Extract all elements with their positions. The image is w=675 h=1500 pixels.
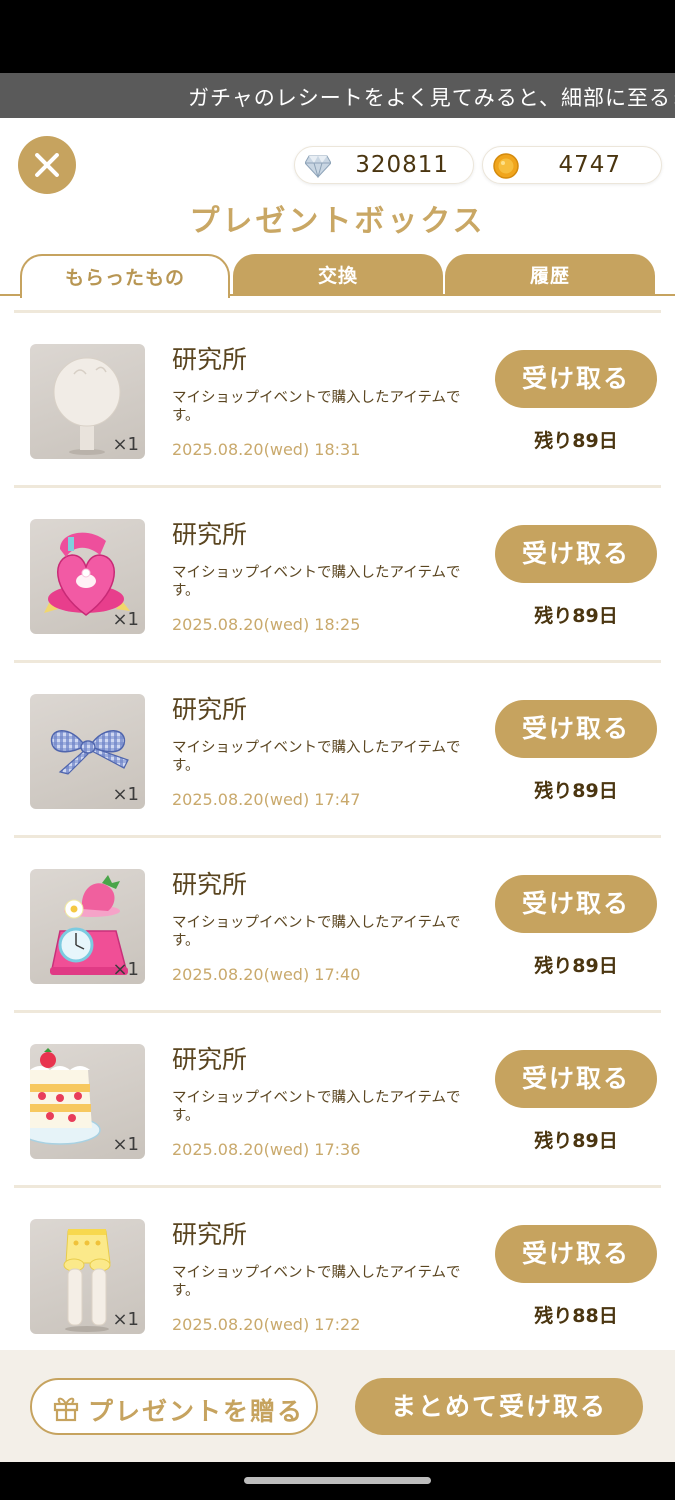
item-thumbnail: ×1 — [30, 519, 145, 634]
item-description: マイショップイベントで購入したアイテムです。 — [172, 740, 461, 774]
item-date: 2025.08.20(wed) 18:31 — [172, 440, 361, 459]
list-item: ×1 研究所 マイショップイベントで購入したアイテムです。 2025.08.20… — [14, 1013, 661, 1188]
item-quantity: ×1 — [112, 784, 139, 805]
list-item: ×1 研究所 マイショップイベントで購入したアイテムです。 2025.08.20… — [14, 1188, 661, 1363]
list-item: ×1 研究所 マイショップイベントで購入したアイテムです。 2025.08.20… — [14, 488, 661, 663]
receive-button[interactable]: 受け取る — [495, 700, 657, 758]
list-item: ×1 研究所 マイショップイベントで購入したアイテムです。 2025.08.20… — [14, 313, 661, 488]
item-date: 2025.08.20(wed) 17:40 — [172, 965, 361, 984]
item-quantity: ×1 — [112, 434, 139, 455]
ticker-text: ガチャのレシートをよく見てみると、細部に至るま — [188, 86, 675, 110]
coin-counter: 4747 — [482, 146, 662, 184]
status-bar — [0, 0, 675, 73]
close-button[interactable] — [18, 136, 76, 194]
gem-count: 320811 — [355, 152, 449, 178]
item-name: 研究所 — [172, 520, 248, 549]
item-name: 研究所 — [172, 1220, 248, 1249]
tab-history[interactable]: 履歴 — [445, 254, 655, 296]
coin-icon — [493, 153, 519, 179]
tab-exchange[interactable]: 交換 — [233, 254, 443, 296]
item-description: マイショップイベントで購入したアイテムです。 — [172, 565, 461, 599]
present-box-screen: 320811 4747 プレゼントボックス もらったもの 交換 履歴 ×1 研究 — [0, 118, 675, 1462]
days-remaining: 残り89日 — [534, 605, 618, 627]
tab-received[interactable]: もらったもの — [20, 254, 230, 298]
item-quantity: ×1 — [112, 1309, 139, 1330]
gift-icon — [53, 1397, 79, 1422]
item-quantity: ×1 — [112, 1134, 139, 1155]
days-remaining: 残り89日 — [534, 1130, 618, 1152]
receive-button[interactable]: 受け取る — [495, 350, 657, 408]
item-description: マイショップイベントで購入したアイテムです。 — [172, 915, 461, 949]
footer-bar: プレゼントを贈る まとめて受け取る — [0, 1350, 675, 1462]
home-indicator[interactable] — [244, 1477, 431, 1484]
receive-button[interactable]: 受け取る — [495, 1225, 657, 1283]
gem-counter: 320811 — [294, 146, 474, 184]
item-thumbnail: ×1 — [30, 694, 145, 809]
days-remaining: 残り89日 — [534, 955, 618, 977]
item-thumbnail: ×1 — [30, 344, 145, 459]
item-description: マイショップイベントで購入したアイテムです。 — [172, 1090, 461, 1124]
item-date: 2025.08.20(wed) 17:47 — [172, 790, 361, 809]
item-name: 研究所 — [172, 870, 248, 899]
receive-button[interactable]: 受け取る — [495, 875, 657, 933]
page-title: プレゼントボックス — [189, 204, 486, 239]
receive-all-button[interactable]: まとめて受け取る — [355, 1378, 643, 1435]
system-nav-bar — [0, 1462, 675, 1500]
days-remaining: 残り89日 — [534, 780, 618, 802]
item-date: 2025.08.20(wed) 17:22 — [172, 1315, 361, 1334]
list-item: ×1 研究所 マイショップイベントで購入したアイテムです。 2025.08.20… — [14, 663, 661, 838]
item-name: 研究所 — [172, 695, 248, 724]
item-quantity: ×1 — [112, 609, 139, 630]
list-item: ×1 研究所 マイショップイベントで購入したアイテムです。 2025.08.20… — [14, 838, 661, 1013]
item-thumbnail: ×1 — [30, 1219, 145, 1334]
coin-count: 4747 — [558, 152, 621, 178]
item-name: 研究所 — [172, 345, 248, 374]
days-remaining: 残り89日 — [534, 430, 618, 452]
item-thumbnail: ×1 — [30, 1044, 145, 1159]
receive-button[interactable]: 受け取る — [495, 525, 657, 583]
tab-bar: もらったもの 交換 履歴 — [0, 254, 675, 298]
item-description: マイショップイベントで購入したアイテムです。 — [172, 390, 461, 424]
item-name: 研究所 — [172, 1045, 248, 1074]
diamond-icon — [305, 155, 331, 178]
item-quantity: ×1 — [112, 959, 139, 980]
item-date: 2025.08.20(wed) 17:36 — [172, 1140, 361, 1159]
send-present-button[interactable]: プレゼントを贈る — [30, 1378, 318, 1435]
send-present-label: プレゼントを贈る — [88, 1397, 305, 1426]
item-description: マイショップイベントで購入したアイテムです。 — [172, 1265, 461, 1299]
item-thumbnail: ×1 — [30, 869, 145, 984]
item-date: 2025.08.20(wed) 18:25 — [172, 615, 361, 634]
receive-button[interactable]: 受け取る — [495, 1050, 657, 1108]
news-ticker: ガチャのレシートをよく見てみると、細部に至るま — [0, 73, 675, 118]
days-remaining: 残り88日 — [534, 1305, 618, 1327]
